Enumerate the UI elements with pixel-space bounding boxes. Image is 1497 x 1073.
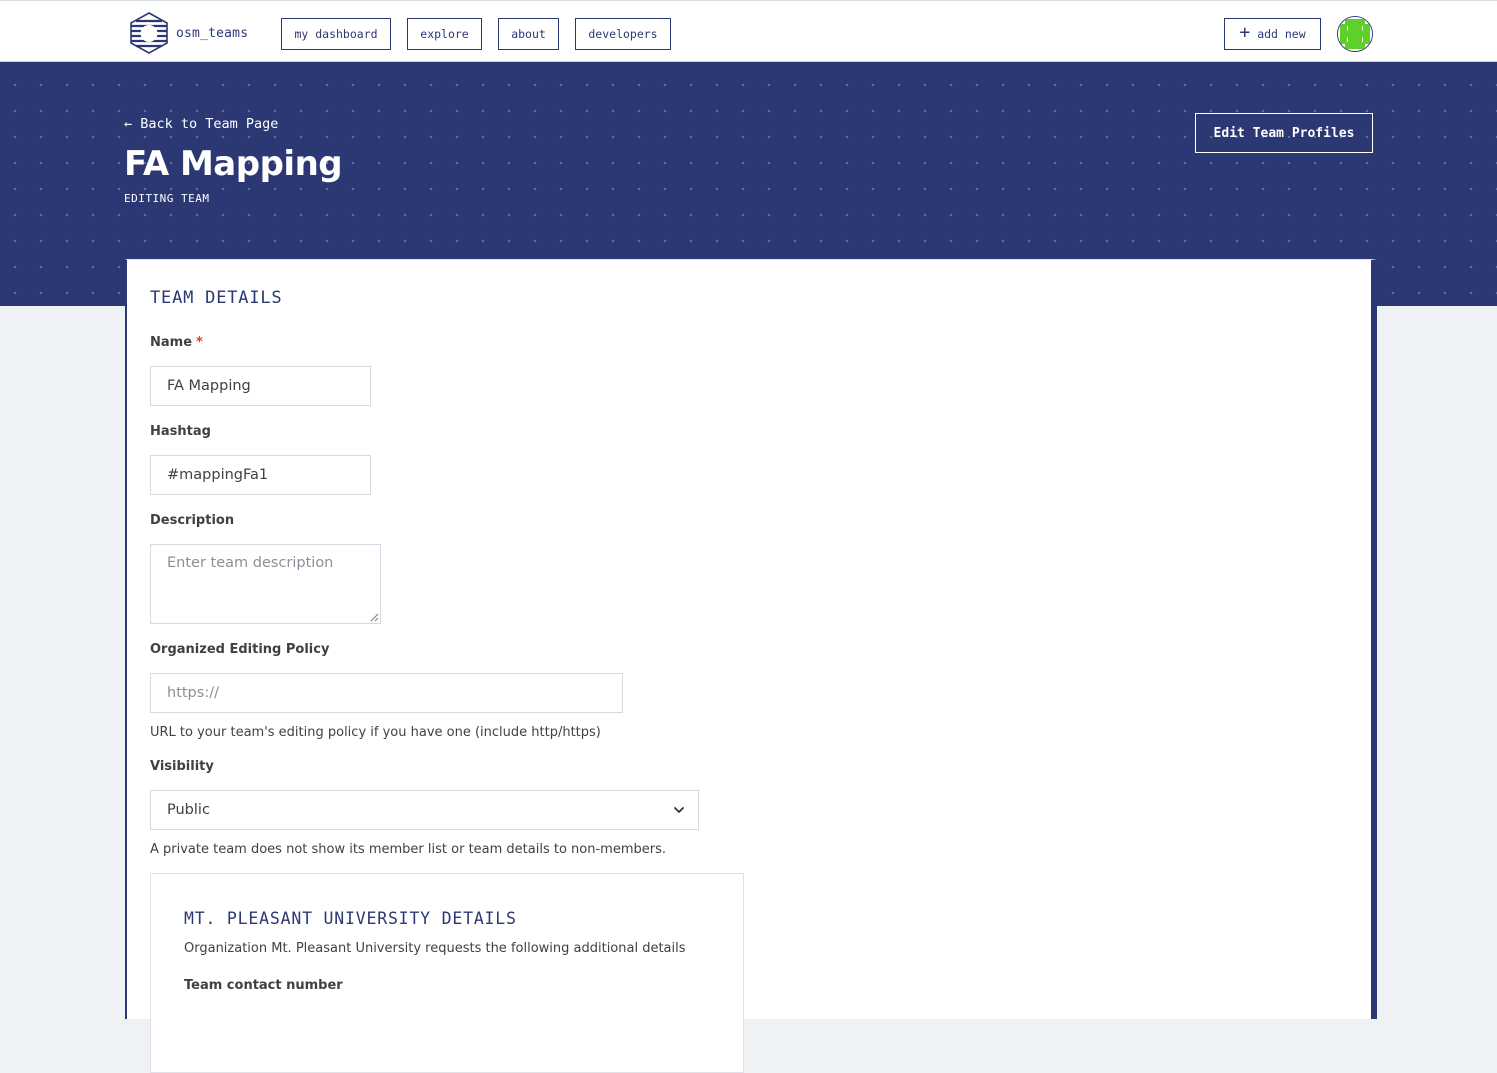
brand-home-link[interactable]: osm_teams [128, 11, 248, 55]
hashtag-label: Hashtag [150, 424, 211, 439]
editing-policy-label: Organized Editing Policy [150, 642, 330, 657]
edit-team-profiles-button[interactable]: Edit Team Profiles [1195, 113, 1373, 153]
visibility-label: Visibility [150, 759, 214, 774]
add-new-label: add new [1257, 27, 1306, 41]
brand-name: osm_teams [176, 25, 249, 41]
editing-policy-input[interactable]: https:// [150, 673, 623, 713]
name-label: Name * [150, 335, 203, 350]
name-label-text: Name [150, 335, 193, 350]
osm-teams-logo-icon [130, 12, 168, 54]
editing-policy-help: URL to your team's editing policy if you… [150, 725, 601, 740]
nav-my-dashboard[interactable]: my dashboard [281, 18, 391, 50]
visibility-select[interactable]: Public [150, 790, 699, 830]
description-textarea[interactable]: Enter team description [150, 544, 381, 624]
nav-about[interactable]: about [498, 18, 559, 50]
required-marker: * [196, 335, 203, 350]
page-subtitle: EDITING TEAM [124, 192, 210, 205]
visibility-help: A private team does not show its member … [150, 842, 666, 857]
team-contact-label: Team contact number [184, 978, 343, 993]
team-details-card: TEAM DETAILS Name * FA Mapping Hashtag #m… [125, 259, 1377, 1073]
page-title: FA Mapping [124, 144, 343, 184]
name-input[interactable]: FA Mapping [150, 366, 371, 406]
resize-handle-icon[interactable] [370, 613, 379, 622]
section-title: TEAM DETAILS [150, 288, 283, 308]
add-new-button[interactable]: + add new [1224, 18, 1321, 50]
chevron-down-icon [674, 807, 684, 813]
plus-icon: + [1239, 22, 1251, 43]
nav-explore[interactable]: explore [407, 18, 482, 50]
org-details-title: MT. PLEASANT UNIVERSITY DETAILS [184, 909, 517, 928]
org-details-intro: Organization Mt. Pleasant University req… [184, 941, 686, 956]
org-details-card: MT. PLEASANT UNIVERSITY DETAILS Organiza… [150, 873, 744, 1073]
user-avatar[interactable] [1337, 16, 1373, 52]
back-to-team-link[interactable]: ← Back to Team Page [124, 116, 278, 132]
description-placeholder: Enter team description [167, 555, 334, 571]
nav-developers[interactable]: developers [575, 18, 671, 50]
identicon-avatar-icon [1338, 17, 1372, 51]
top-nav: osm_teams my dashboard explore about dev… [0, 0, 1497, 62]
description-label: Description [150, 513, 235, 528]
hashtag-input[interactable]: #mappingFa1 [150, 455, 371, 495]
visibility-selected-value: Public [167, 802, 210, 818]
team-details-form: TEAM DETAILS Name * FA Mapping Hashtag #m… [150, 260, 1371, 1073]
